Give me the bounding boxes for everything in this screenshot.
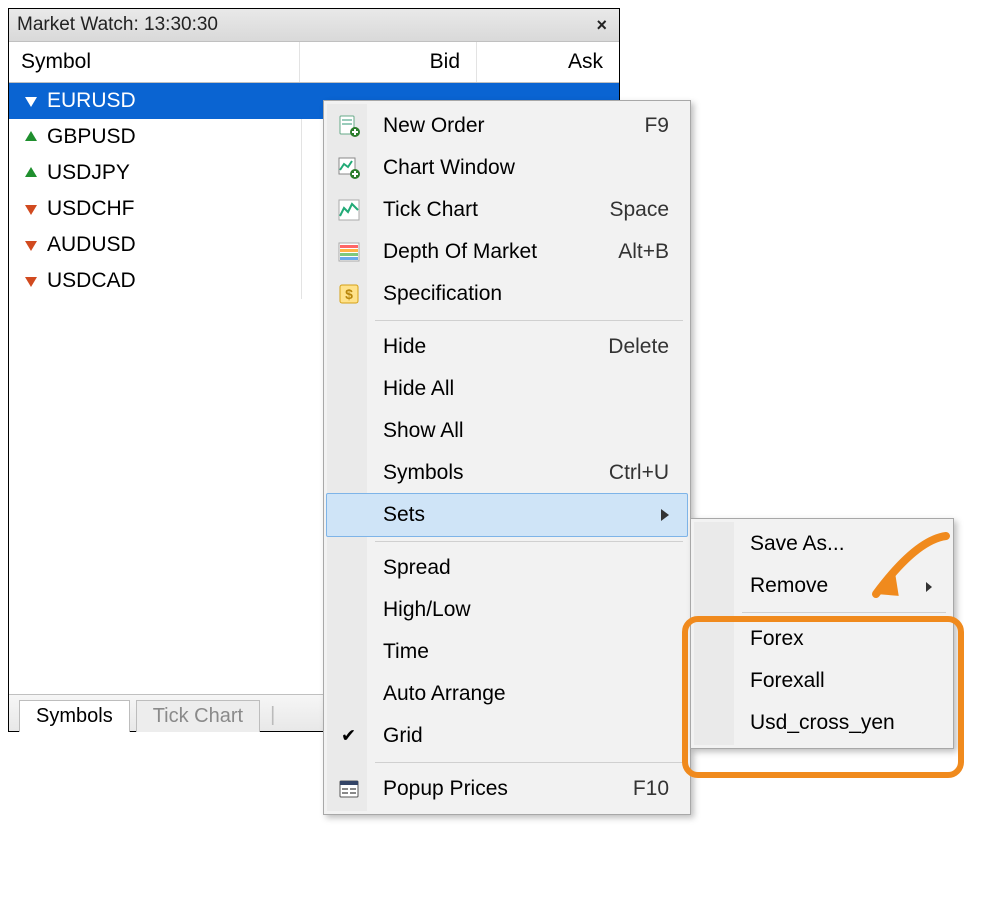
tick-chart-icon [337, 198, 361, 222]
menu-label: Sets [383, 503, 425, 527]
menu-grid[interactable]: ✔ Grid [327, 715, 687, 757]
menu-label: Depth Of Market [383, 240, 537, 264]
arrow-down-icon [23, 273, 39, 289]
sets-submenu: Save As... Remove Forex Forexall Usd_cro… [690, 518, 954, 749]
tab-symbols[interactable]: Symbols [19, 700, 130, 732]
popup-prices-icon [337, 777, 361, 801]
menu-shortcut: Space [579, 198, 669, 222]
menu-label: Chart Window [383, 156, 515, 180]
menu-label: Save As... [750, 532, 845, 556]
arrow-down-icon [23, 201, 39, 217]
submenu-set-forexall[interactable]: Forexall [694, 660, 950, 702]
symbol-name: AUDUSD [47, 233, 136, 257]
menu-hide-all[interactable]: Hide All [327, 368, 687, 410]
col-bid[interactable]: Bid [300, 42, 477, 82]
menu-popup-prices[interactable]: Popup Prices F10 [327, 768, 687, 810]
svg-text:$: $ [345, 286, 353, 302]
menu-label: New Order [383, 114, 485, 138]
menu-chart-window[interactable]: Chart Window [327, 147, 687, 189]
menu-spread[interactable]: Spread [327, 547, 687, 589]
col-ask[interactable]: Ask [477, 42, 619, 82]
symbol-name: USDJPY [47, 161, 130, 185]
menu-depth-of-market[interactable]: Depth Of Market Alt+B [327, 231, 687, 273]
titlebar: Market Watch: 13:30:30 × [9, 9, 619, 42]
arrow-up-icon [23, 129, 39, 145]
arrow-up-icon [23, 165, 39, 181]
menu-show-all[interactable]: Show All [327, 410, 687, 452]
menu-label: Time [383, 640, 429, 664]
submenu-arrow-icon [631, 503, 669, 527]
menu-label: Forexall [750, 669, 825, 693]
menu-label: Usd_cross_yen [750, 711, 895, 735]
menu-label: Spread [383, 556, 451, 580]
menu-label: Popup Prices [383, 777, 508, 801]
arrow-down-icon [23, 93, 39, 109]
submenu-arrow-icon [896, 574, 932, 598]
menu-shortcut: F9 [614, 114, 669, 138]
symbol-name: EURUSD [47, 89, 136, 113]
check-icon: ✔ [341, 726, 356, 747]
menu-auto-arrange[interactable]: Auto Arrange [327, 673, 687, 715]
menu-label: Forex [750, 627, 804, 651]
menu-label: Hide [383, 335, 426, 359]
submenu-remove[interactable]: Remove [694, 565, 950, 607]
tab-tickchart[interactable]: Tick Chart [136, 700, 260, 732]
context-menu: New Order F9 Chart Window Tick Chart Spa… [323, 100, 691, 815]
menu-label: Show All [383, 419, 464, 443]
panel-title: Market Watch: 13:30:30 [17, 14, 218, 36]
specification-icon: $ [337, 282, 361, 306]
submenu-set-forex[interactable]: Forex [694, 618, 950, 660]
menu-new-order[interactable]: New Order F9 [327, 105, 687, 147]
column-headers: Symbol Bid Ask [9, 42, 619, 83]
menu-high-low[interactable]: High/Low [327, 589, 687, 631]
arrow-down-icon [23, 237, 39, 253]
submenu-save-as[interactable]: Save As... [694, 523, 950, 565]
menu-label: Grid [383, 724, 423, 748]
menu-sets[interactable]: Sets [326, 493, 688, 537]
menu-label: High/Low [383, 598, 471, 622]
menu-hide[interactable]: Hide Delete [327, 326, 687, 368]
menu-label: Specification [383, 282, 502, 306]
menu-specification[interactable]: $ Specification [327, 273, 687, 315]
depth-icon [337, 240, 361, 264]
symbol-name: USDCHF [47, 197, 135, 221]
submenu-set-usdcrossyen[interactable]: Usd_cross_yen [694, 702, 950, 744]
col-symbol[interactable]: Symbol [9, 42, 300, 82]
menu-label: Remove [750, 574, 828, 598]
tab-separator: | [266, 704, 279, 731]
symbol-name: USDCAD [47, 269, 136, 293]
menu-shortcut: Alt+B [588, 240, 669, 264]
menu-tick-chart[interactable]: Tick Chart Space [327, 189, 687, 231]
symbol-name: GBPUSD [47, 125, 136, 149]
close-icon[interactable]: × [592, 15, 611, 36]
menu-shortcut: Ctrl+U [579, 461, 669, 485]
menu-shortcut: Delete [578, 335, 669, 359]
menu-label: Auto Arrange [383, 682, 506, 706]
menu-symbols[interactable]: Symbols Ctrl+U [327, 452, 687, 494]
menu-time[interactable]: Time [327, 631, 687, 673]
menu-label: Symbols [383, 461, 464, 485]
menu-label: Tick Chart [383, 198, 478, 222]
menu-shortcut: F10 [603, 777, 669, 801]
menu-label: Hide All [383, 377, 454, 401]
chart-window-icon [337, 156, 361, 180]
new-order-icon [337, 114, 361, 138]
